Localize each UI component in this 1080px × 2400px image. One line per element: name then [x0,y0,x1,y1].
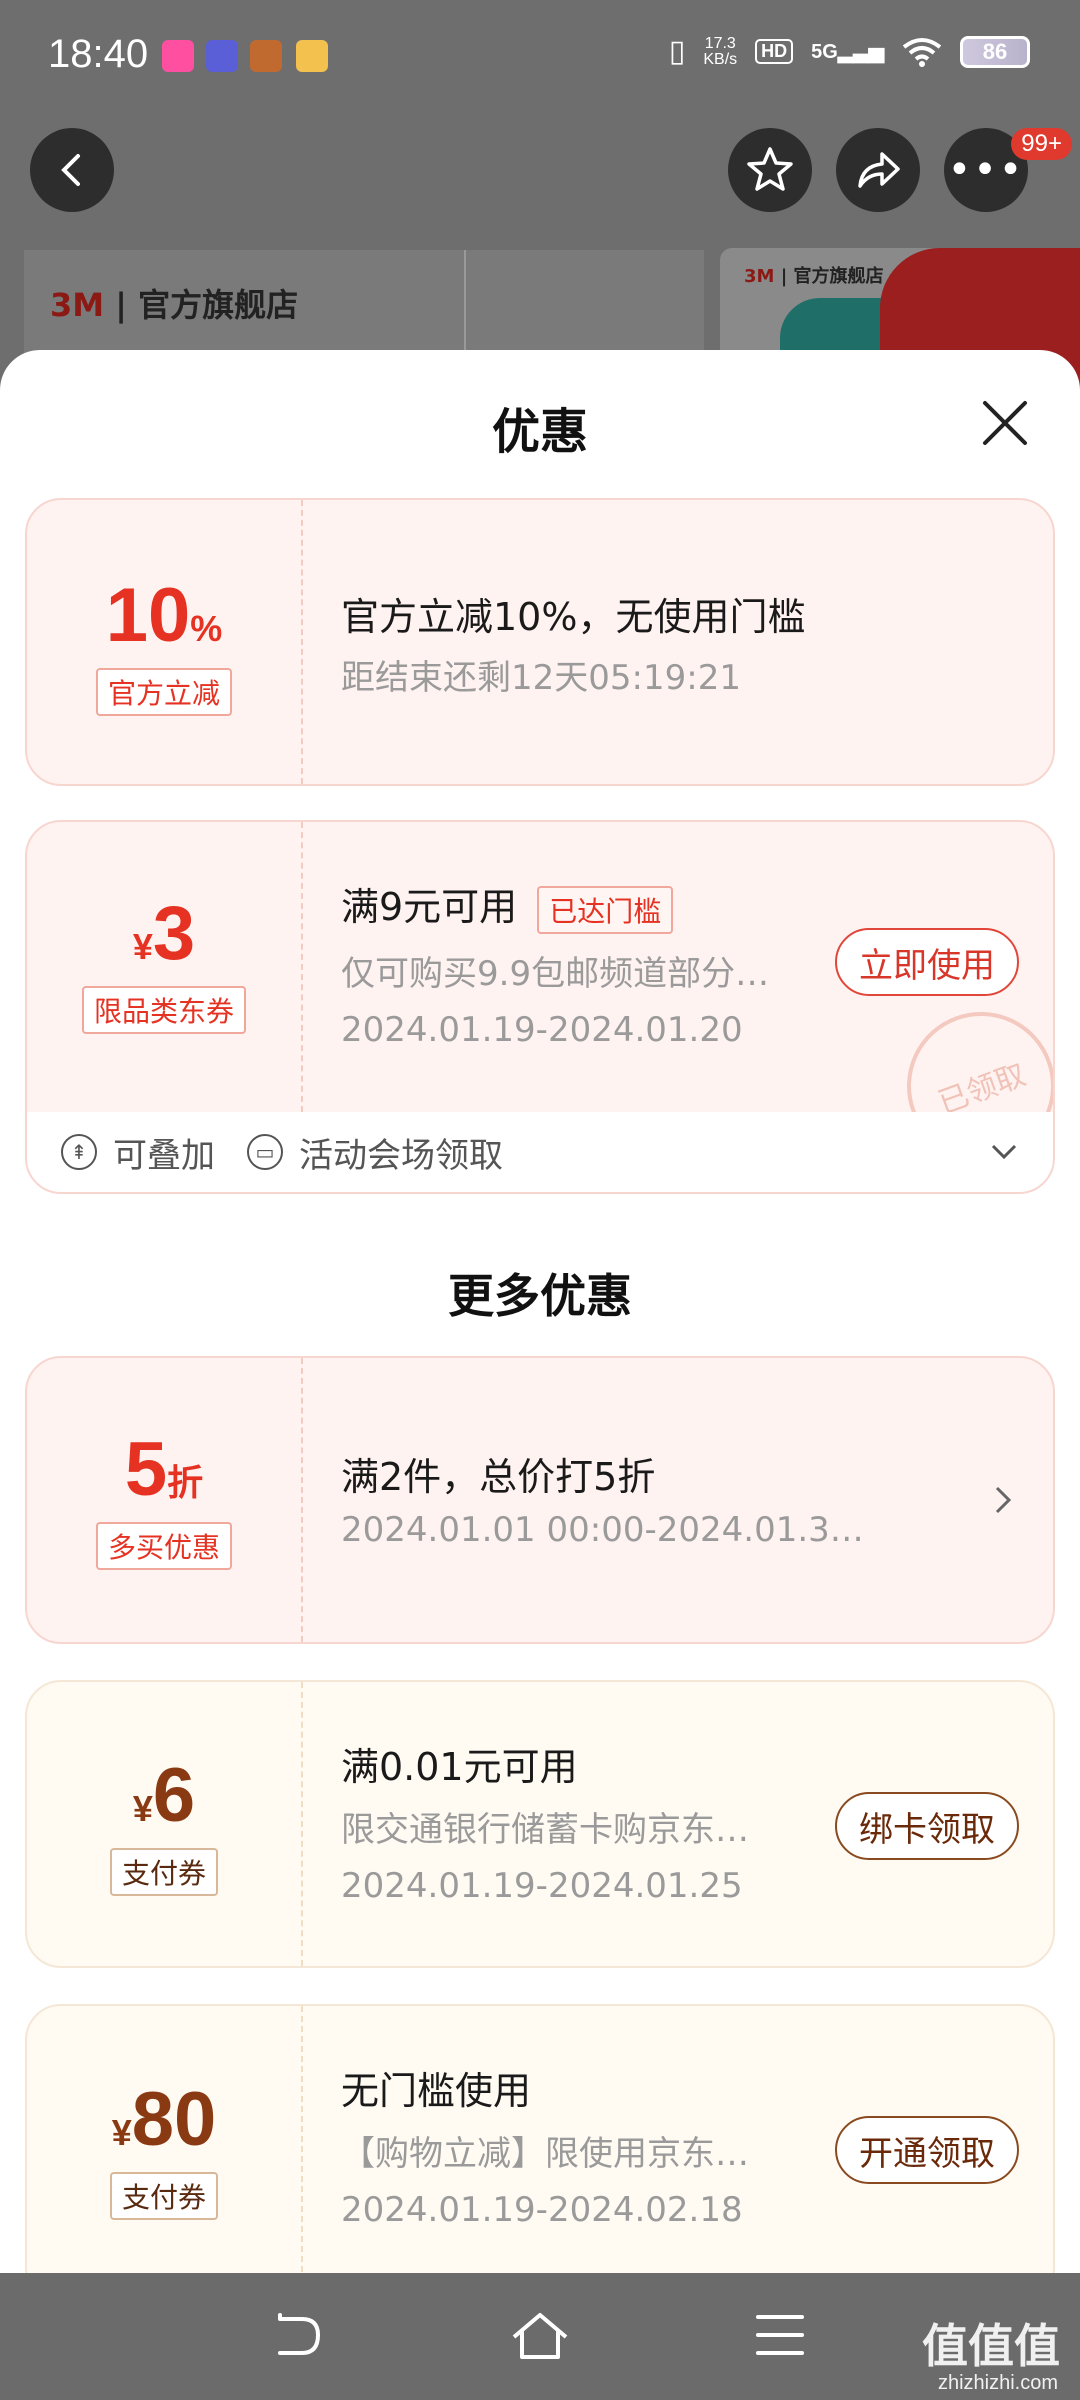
star-icon [747,147,793,191]
status-bar: 18:40 ▯ 17.3 KB/s HD 5G▂▃▅ 86 [0,0,1080,120]
coupon-desc: 仅可购买9.9包邮频道部分… [341,954,770,994]
watermark-site: zhizhizhi.com [937,2372,1058,2394]
coupon-tag: 限品类东券 [81,986,246,1034]
coupon-card-multibuy[interactable]: 5折 多买优惠 满2件，总价打5折 2024.01.01 00:00-2024.… [25,1356,1055,1644]
close-icon[interactable] [980,398,1030,448]
coupon-amount: 5 [124,1427,168,1512]
use-now-button[interactable]: 立即使用 [835,928,1019,996]
app-notification-icon [206,40,238,72]
coupon-amount: 6 [152,1753,196,1838]
coupon-title: 官方立减10%，无使用门槛 [341,595,806,639]
ticket-icon: ▭ [247,1134,283,1170]
more-discounts-title: 更多优惠 [448,1269,632,1323]
coupon-amount: 10 [105,573,191,658]
coupon-title: 满9元可用 [341,885,518,929]
sheet-title: 优惠 [491,404,588,460]
more-dots-icon: ••• [947,147,1025,193]
watermark-logo: 值值值 [922,2319,1060,2373]
home-icon[interactable] [510,2311,570,2361]
app-notification-icon [296,40,328,72]
chevron-left-icon [61,154,80,186]
coupon-date: 2024.01.19-2024.01.25 [341,1866,743,1906]
battery-icon: 86 [960,35,1030,68]
coupon-tag: 支付券 [109,1848,218,1896]
network-speed: 17.3 KB/s [703,34,738,68]
coupon-card-payment: ¥6 支付券 满0.01元可用 限交通银行储蓄卡购京东… 2024.01.19-… [25,1680,1055,1968]
activate-button[interactable]: 开通领取 [835,2116,1019,2184]
coupon-tag: 支付券 [109,2172,218,2220]
coupon-title: 满2件，总价打5折 [341,1455,656,1499]
coupon-card-payment-80: ¥80 支付券 无门槛使用 【购物立减】限使用京东… 2024.01.19-20… [25,2004,1055,2273]
app-notification-icon [162,40,194,72]
store-name: 官方旗舰店 [138,286,299,324]
share-button[interactable] [836,128,920,212]
discount-sheet: 优惠 10% 官方立减 官方立减10%，无使用门槛 距结束还剩12天05:19:… [0,350,1080,2273]
coupon-title: 无门槛使用 [341,2069,532,2113]
status-icons: ▯ 17.3 KB/s HD 5G▂▃▅ 86 [669,34,1030,69]
share-icon [858,152,900,188]
signal-icon: 5G▂▃▅ [811,41,884,63]
chevron-down-icon[interactable] [989,1142,1019,1162]
coupon-footer[interactable]: ⇞ 可叠加 ▭ 活动会场领取 [27,1112,1053,1192]
coupon-countdown: 距结束还剩12天05:19:21 [341,658,741,698]
menu-icon[interactable] [756,2313,804,2357]
coupon-date: 2024.01.19-2024.02.18 [341,2190,743,2230]
brand-logo: 3M [50,286,105,324]
notification-badge: 99+ [1011,128,1072,160]
coupon-card-official: 10% 官方立减 官方立减10%，无使用门槛 距结束还剩12天05:19:21 [25,498,1055,786]
stack-icon: ⇞ [61,1134,97,1170]
coupon-amount: 3 [152,891,196,976]
favorite-button[interactable] [728,128,812,212]
bind-card-button[interactable]: 绑卡领取 [835,1792,1019,1860]
chevron-right-icon [995,1486,1012,1514]
coupon-desc: 【购物立减】限使用京东… [341,2134,749,2174]
hd-icon: HD [755,39,794,64]
coupon-title: 满0.01元可用 [341,1745,578,1789]
coupon-desc: 限交通银行储蓄卡购京东… [341,1810,749,1850]
coupon-date: 2024.01.19-2024.01.20 [341,1010,743,1050]
vibrate-icon: ▯ [668,35,686,68]
stackable-label: 可叠加 [113,1135,215,1176]
coupon-tag: 官方立减 [95,668,232,716]
threshold-reached-badge: 已达门槛 [537,885,674,934]
status-time: 18:40 [48,32,149,76]
game-notification-icon [250,40,282,72]
coupon-date: 2024.01.01 00:00-2024.01.3… [341,1510,864,1550]
coupon-tag: 多买优惠 [95,1522,232,1570]
coupon-amount: 80 [131,2077,217,2162]
coupon-card-jd: ¥3 限品类东券 满9元可用 已达门槛 仅可购买9.9包邮频道部分… 2024.0… [25,820,1055,1194]
back-button[interactable] [30,128,114,212]
back-gesture-icon[interactable] [272,2313,326,2359]
wifi-icon [902,37,942,67]
system-nav-bar [0,2273,1080,2400]
source-label: 活动会场领取 [299,1135,503,1176]
